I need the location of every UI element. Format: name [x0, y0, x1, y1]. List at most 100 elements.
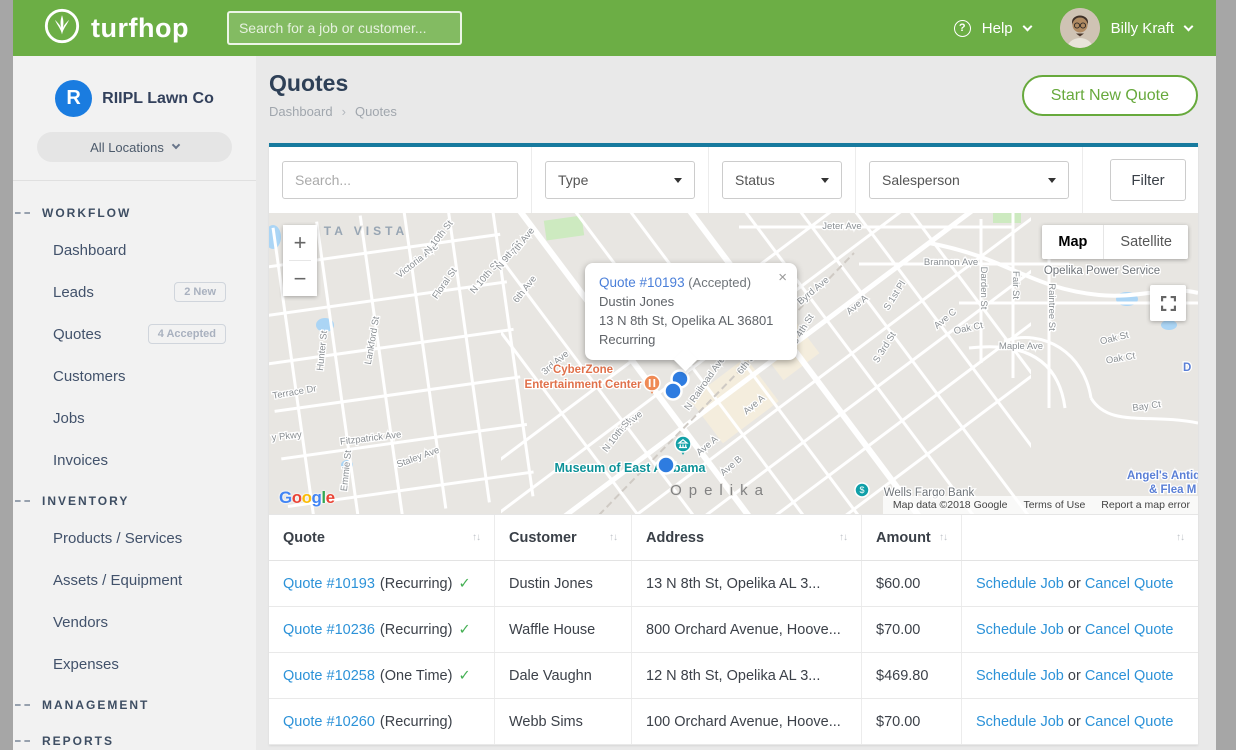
wells-fargo-dollar-marker-icon[interactable]: $ — [855, 483, 869, 497]
quote-link[interactable]: Quote #10258 — [283, 668, 375, 684]
sidebar-item-vendors[interactable]: Vendors — [13, 601, 256, 643]
address-cell: 13 N 8th St, Opelika AL 3... — [632, 561, 862, 606]
salesperson-caret-icon — [1048, 178, 1056, 183]
salesperson-select[interactable]: Salesperson — [869, 161, 1069, 199]
column-header-actions[interactable]: ↑↓ — [962, 515, 1198, 560]
status-select[interactable]: Status — [722, 161, 842, 199]
help-chevron-down-icon[interactable] — [1022, 21, 1032, 31]
schedule-job-link[interactable]: Schedule Job — [976, 622, 1064, 638]
map-type-satellite-button[interactable]: Satellite — [1104, 225, 1188, 259]
sort-icon[interactable]: ↑↓ — [1168, 532, 1184, 543]
brand-logo[interactable]: turfhop — [43, 7, 189, 50]
or-text: or — [1064, 714, 1085, 730]
help-menu[interactable]: Help — [982, 20, 1013, 37]
cancel-quote-link[interactable]: Cancel Quote — [1085, 714, 1174, 730]
schedule-job-link[interactable]: Schedule Job — [976, 576, 1064, 592]
help-icon: ? — [954, 20, 971, 37]
fullscreen-button[interactable] — [1150, 285, 1186, 321]
sidebar-item-label: Quotes — [53, 326, 101, 343]
map-poi-angels-line1[interactable]: Angel's Antiqu — [1127, 470, 1198, 482]
sort-icon[interactable]: ↑↓ — [931, 532, 947, 543]
sidebar-item-customers[interactable]: Customers — [13, 355, 256, 397]
filter-button[interactable]: Filter — [1110, 159, 1186, 201]
quote-table-row: Quote #10260(Recurring)Webb Sims100 Orch… — [269, 699, 1198, 745]
map-poi-museum-label[interactable]: Museum of East Alabama — [555, 461, 707, 475]
zoom-out-button[interactable]: − — [283, 261, 317, 296]
accepted-check-icon: ✓ — [458, 576, 470, 592]
column-header-quote[interactable]: Quote↑↓ — [269, 515, 495, 560]
sidebar-item-leads[interactable]: Leads2 New — [13, 271, 256, 313]
map-type-map-button[interactable]: Map — [1042, 225, 1104, 259]
sort-icon[interactable]: ↑↓ — [831, 532, 847, 543]
map-poi-cyberzone-line1[interactable]: CyberZone — [553, 364, 613, 376]
sidebar-section-inventory[interactable]: INVENTORY — [13, 485, 256, 517]
company-name: RIIPL Lawn Co — [102, 90, 214, 108]
quotes-search-input[interactable] — [282, 161, 518, 199]
or-text: or — [1064, 622, 1085, 638]
sidebar-item-products-services[interactable]: Products / Services — [13, 517, 256, 559]
sidebar-item-quotes[interactable]: Quotes4 Accepted — [13, 313, 256, 355]
schedule-job-link[interactable]: Schedule Job — [976, 668, 1064, 684]
sidebar-section-reports[interactable]: REPORTS — [13, 725, 256, 750]
column-header-address[interactable]: Address↑↓ — [632, 515, 862, 560]
quote-map-marker[interactable] — [665, 383, 682, 400]
map-poi-d-label[interactable]: D — [1183, 362, 1191, 374]
app-window: turfhop ? Help — [13, 0, 1216, 750]
infowindow-customer: Dustin Jones — [599, 292, 783, 311]
cancel-quote-link[interactable]: Cancel Quote — [1085, 576, 1174, 592]
quote-link[interactable]: Quote #10236 — [283, 622, 375, 638]
company-header[interactable]: R RIIPL Lawn Co — [13, 56, 256, 117]
map-poi-cyberzone-line2[interactable]: Entertainment Center — [525, 379, 642, 391]
sidebar-section-management[interactable]: MANAGEMENT — [13, 689, 256, 721]
global-search-input[interactable] — [227, 11, 462, 45]
section-label: REPORTS — [42, 734, 114, 748]
map-poi-angels-line2[interactable]: & Flea M — [1149, 484, 1196, 496]
amount-cell: $60.00 — [862, 561, 962, 606]
map-street-label: Raintree St — [1046, 283, 1057, 331]
section-dashes-icon — [15, 212, 30, 214]
sidebar: R RIIPL Lawn Co All Locations WORKFLOWDa… — [13, 56, 256, 750]
quote-link[interactable]: Quote #10193 — [283, 576, 375, 592]
user-name[interactable]: Billy Kraft — [1111, 20, 1174, 37]
sidebar-section-workflow[interactable]: WORKFLOW — [13, 197, 256, 229]
or-text: or — [1064, 668, 1085, 684]
map-data-credit: Map data ©2018 Google — [893, 499, 1008, 511]
sidebar-item-expenses[interactable]: Expenses — [13, 643, 256, 685]
sort-icon[interactable]: ↑↓ — [601, 532, 617, 543]
map-street-label: Fair St — [1010, 271, 1021, 299]
sort-icon[interactable]: ↑↓ — [464, 532, 480, 543]
breadcrumb-dashboard[interactable]: Dashboard — [269, 104, 333, 119]
infowindow-title-row: Quote #10193 (Accepted) — [599, 273, 783, 292]
zoom-in-button[interactable]: + — [283, 225, 317, 260]
sidebar-item-invoices[interactable]: Invoices — [13, 439, 256, 481]
infowindow-quote-link[interactable]: Quote #10193 — [599, 275, 685, 290]
report-map-error-link[interactable]: Report a map error — [1101, 499, 1190, 511]
sidebar-item-assets-equipment[interactable]: Assets / Equipment — [13, 559, 256, 601]
sidebar-item-label: Leads — [53, 284, 94, 301]
type-select[interactable]: Type — [545, 161, 695, 199]
start-new-quote-button[interactable]: Start New Quote — [1022, 75, 1198, 116]
fullscreen-icon — [1161, 296, 1176, 311]
user-chevron-down-icon[interactable] — [1184, 21, 1194, 31]
quote-map-marker[interactable] — [658, 457, 675, 474]
quote-link[interactable]: Quote #10260 — [283, 714, 375, 730]
quotes-map[interactable]: Victoria AveN 10th StFloral StN 10th StN… — [269, 213, 1198, 515]
map-attribution: Map data ©2018 Google Terms of Use Repor… — [883, 496, 1198, 514]
map-poi-power-label[interactable]: Opelika Power Service — [1044, 265, 1160, 277]
terms-of-use-link[interactable]: Terms of Use — [1023, 499, 1085, 511]
location-selector[interactable]: All Locations — [37, 132, 232, 162]
quote-cell: Quote #10193(Recurring)✓ — [269, 561, 495, 606]
map-city-label: Opelika — [670, 482, 770, 499]
address-cell: 12 N 8th St, Opelika AL 3... — [632, 653, 862, 698]
column-header-amount[interactable]: Amount↑↓ — [862, 515, 962, 560]
sidebar-item-jobs[interactable]: Jobs — [13, 397, 256, 439]
google-logo[interactable]: Google — [279, 488, 335, 508]
schedule-job-link[interactable]: Schedule Job — [976, 714, 1064, 730]
top-navbar: turfhop ? Help — [13, 0, 1216, 56]
cancel-quote-link[interactable]: Cancel Quote — [1085, 668, 1174, 684]
column-header-customer[interactable]: Customer↑↓ — [495, 515, 632, 560]
cancel-quote-link[interactable]: Cancel Quote — [1085, 622, 1174, 638]
sidebar-item-dashboard[interactable]: Dashboard — [13, 229, 256, 271]
user-avatar[interactable] — [1060, 8, 1100, 48]
infowindow-close-icon[interactable]: × — [778, 270, 787, 285]
